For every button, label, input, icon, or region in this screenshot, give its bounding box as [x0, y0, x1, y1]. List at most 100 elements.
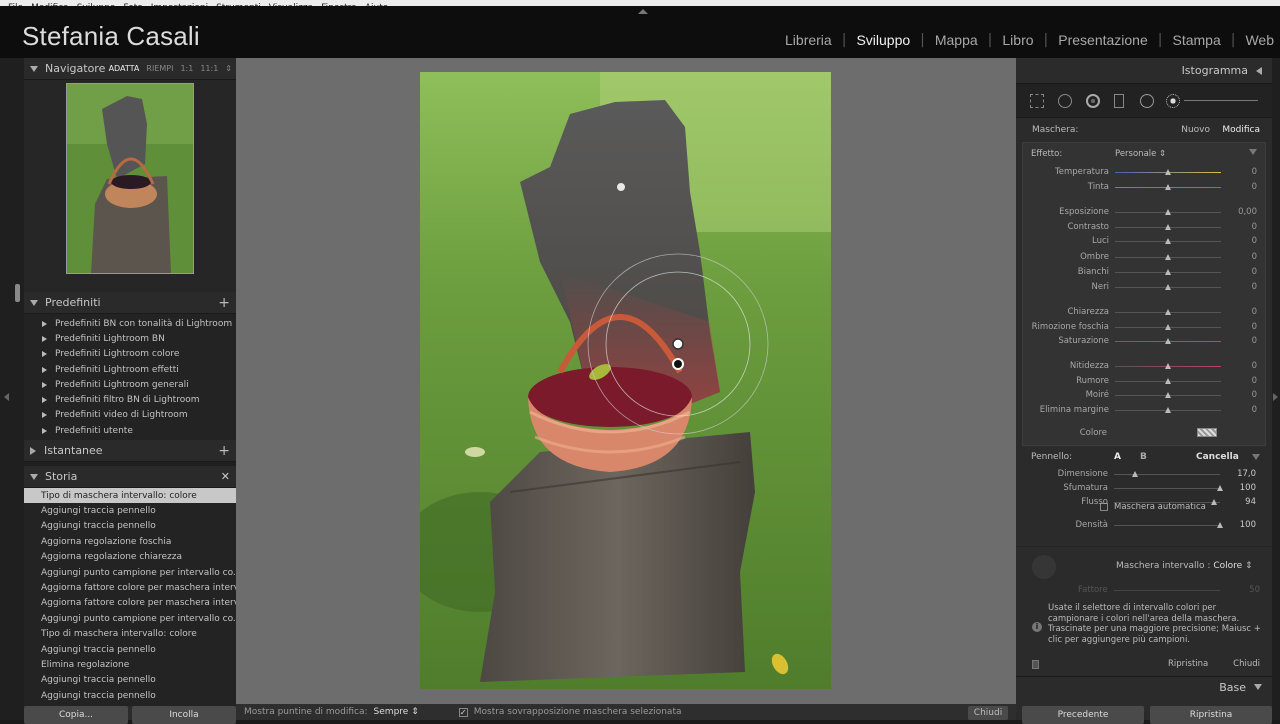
preset-folder[interactable]: Predefiniti utente [24, 423, 236, 438]
slider-value[interactable]: 94 [1245, 497, 1256, 507]
module-stampa[interactable]: Stampa [1172, 32, 1220, 48]
slider-value[interactable]: 0 [1252, 307, 1257, 317]
slider-value[interactable]: 0 [1252, 167, 1257, 177]
slider-thumb[interactable] [1165, 284, 1171, 290]
slider-neri[interactable]: Neri 0 [1023, 280, 1267, 294]
slider-thumb[interactable] [1165, 338, 1171, 344]
spot-removal-icon[interactable] [1058, 94, 1072, 108]
slider-value[interactable]: 0 [1252, 322, 1257, 332]
snapshots-header[interactable]: Istantanee + [24, 440, 236, 462]
add-preset-icon[interactable]: + [218, 295, 230, 311]
preset-folder[interactable]: Predefiniti Lightroom generali [24, 377, 236, 392]
collapse-left-icon[interactable] [4, 393, 9, 401]
slider-contrasto[interactable]: Contrasto 0 [1023, 220, 1267, 234]
color-swatch[interactable] [1197, 428, 1217, 437]
slider-bianchi[interactable]: Bianchi 0 [1023, 265, 1267, 279]
module-libreria[interactable]: Libreria [785, 32, 832, 48]
slider-track[interactable] [1114, 525, 1220, 526]
slider-thumb[interactable] [1165, 407, 1171, 413]
slider-thumb[interactable] [1217, 485, 1223, 491]
slider-value[interactable]: 0 [1252, 390, 1257, 400]
amount-slider[interactable] [1114, 590, 1220, 591]
slider-thumb[interactable] [1165, 224, 1171, 230]
slider-value[interactable]: 17,0 [1237, 469, 1256, 479]
slider-value[interactable]: 0 [1252, 222, 1257, 232]
slider-saturazione[interactable]: Saturazione 0 [1023, 334, 1267, 348]
brush-slider-flow[interactable]: Flusso 94 [1022, 495, 1266, 509]
histogram-header[interactable]: Istogramma [1016, 58, 1272, 84]
left-scrollbar[interactable] [15, 284, 20, 302]
history-step[interactable]: Aggiungi traccia pennello [24, 673, 236, 688]
brush-b-button[interactable]: B [1140, 452, 1147, 462]
history-step[interactable]: Aggiorna regolazione chiarezza [24, 550, 236, 565]
brush-slider-size[interactable]: Dimensione 17,0 [1022, 467, 1266, 481]
range-close-button[interactable]: Chiudi [1233, 659, 1260, 669]
red-eye-icon[interactable] [1086, 94, 1100, 108]
slider-thumb[interactable] [1165, 169, 1171, 175]
zoom-1-1[interactable]: 1:1 [180, 64, 193, 73]
slider-value[interactable]: 0 [1252, 336, 1257, 346]
module-libro[interactable]: Libro [1002, 32, 1033, 48]
slider-thumb[interactable] [1165, 184, 1171, 190]
module-web[interactable]: Web [1245, 32, 1274, 48]
range-picker-icon[interactable] [1032, 555, 1056, 579]
slider-thumb[interactable] [1165, 254, 1171, 260]
slider-thumb[interactable] [1165, 209, 1171, 215]
history-header[interactable]: Storia ✕ [24, 466, 236, 488]
left-panel-edge[interactable] [0, 58, 24, 720]
history-step[interactable]: Aggiungi traccia pennello [24, 688, 236, 703]
slider-value[interactable]: 0 [1252, 236, 1257, 246]
radial-filter-icon[interactable] [1140, 94, 1154, 108]
close-tool-button[interactable]: Chiudi [968, 706, 1008, 720]
preset-folder[interactable]: Predefiniti filtro BN di Lightroom [24, 392, 236, 407]
zoom-dropdown-icon[interactable]: ⇕ [225, 64, 232, 73]
slider-elimina-margine[interactable]: Elimina margine 0 [1023, 403, 1267, 417]
slider-rumore[interactable]: Rumore 0 [1023, 374, 1267, 388]
slider-value[interactable]: 0,00 [1238, 207, 1257, 217]
history-step[interactable]: Tipo di maschera intervallo: colore [24, 488, 236, 504]
effect-select[interactable]: Personale ⇕ [1115, 149, 1166, 159]
slider-value[interactable]: 100 [1240, 483, 1256, 493]
mask-edit-button[interactable]: Modifica [1222, 125, 1260, 135]
graduated-filter-icon[interactable] [1114, 94, 1124, 108]
slider-thumb[interactable] [1165, 392, 1171, 398]
pins-select[interactable]: Sempre ⇕ [374, 707, 419, 717]
brush-slider-feather[interactable]: Sfumatura 100 [1022, 481, 1266, 495]
slider-track[interactable] [1114, 488, 1220, 489]
brush-slider-density[interactable]: Densità 100 [1022, 518, 1266, 532]
slider-moir-[interactable]: Moiré 0 [1023, 388, 1267, 402]
slider-temperatura[interactable]: Temperatura 0 [1023, 165, 1267, 179]
paste-button[interactable]: Incolla [132, 706, 236, 724]
history-step[interactable]: Aggiungi traccia pennello [24, 642, 236, 657]
history-step[interactable]: Aggiungi punto campione per intervallo c… [24, 565, 236, 580]
basic-header[interactable]: Base [1016, 676, 1272, 698]
slider-value[interactable]: 0 [1252, 376, 1257, 386]
slider-value[interactable]: 0 [1252, 267, 1257, 277]
slider-value[interactable]: 0 [1252, 252, 1257, 262]
slider-thumb[interactable] [1165, 269, 1171, 275]
presets-header[interactable]: Predefiniti + [24, 292, 236, 314]
history-step[interactable]: Aggiorna fattore colore per maschera int… [24, 596, 236, 611]
photo[interactable] [420, 72, 831, 689]
collapse-top-icon[interactable] [638, 9, 648, 14]
module-mappa[interactable]: Mappa [935, 32, 978, 48]
slider-thumb[interactable] [1165, 363, 1171, 369]
preset-folder[interactable]: Predefiniti Lightroom effetti [24, 362, 236, 377]
clear-history-icon[interactable]: ✕ [221, 470, 230, 483]
brush-size-track[interactable] [1184, 100, 1258, 101]
add-snapshot-icon[interactable]: + [218, 443, 230, 459]
module-presentazione[interactable]: Presentazione [1058, 32, 1148, 48]
zoom-fit[interactable]: ADATTA [109, 64, 140, 73]
history-step[interactable]: Aggiungi traccia pennello [24, 519, 236, 534]
navigator-thumbnail[interactable] [66, 83, 194, 274]
slider-tinta[interactable]: Tinta 0 [1023, 180, 1267, 194]
toggle-switch-icon[interactable] [1032, 660, 1039, 669]
slider-thumb[interactable] [1165, 309, 1171, 315]
history-step[interactable]: Elimina regolazione [24, 657, 236, 672]
slider-esposizione[interactable]: Esposizione 0,00 [1023, 205, 1267, 219]
slider-value[interactable]: 0 [1252, 182, 1257, 192]
history-step[interactable]: Aggiorna fattore colore per maschera int… [24, 580, 236, 595]
zoom-custom[interactable]: 11:1 [200, 64, 218, 73]
preset-folder[interactable]: Predefiniti video di Lightroom [24, 408, 236, 423]
slider-ombre[interactable]: Ombre 0 [1023, 250, 1267, 264]
